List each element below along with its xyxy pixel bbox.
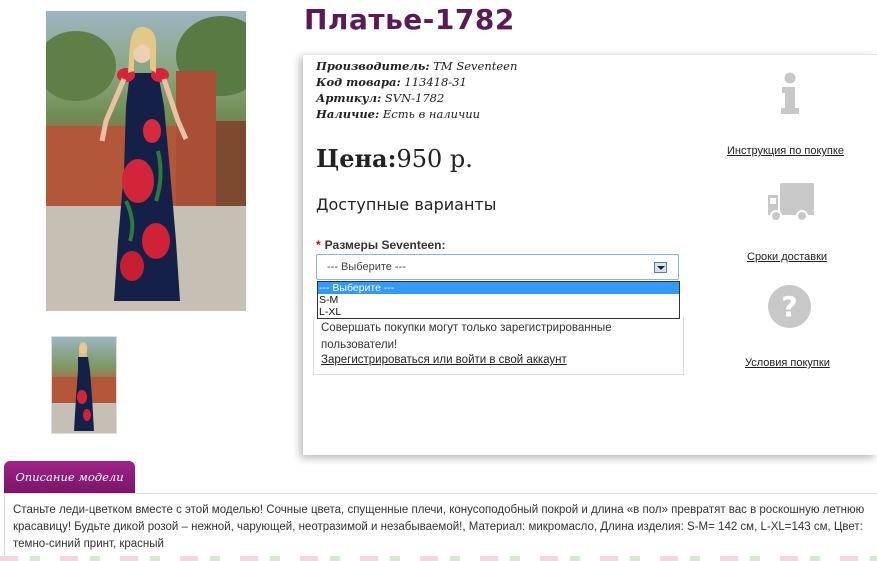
info-icon[interactable]	[778, 72, 802, 116]
spec-article-label: Артикул:	[316, 91, 382, 105]
spec-article: Артикул: SVN-1782	[316, 91, 444, 105]
price-value: 950 р.	[396, 145, 473, 173]
truck-icon[interactable]	[766, 181, 816, 223]
spec-code: Код товара: 113418-31	[316, 75, 467, 89]
spec-availability: Наличие: Есть в наличии	[316, 107, 480, 121]
instructions-link[interactable]: Инструкция по покупке	[727, 145, 844, 157]
delivery-link[interactable]: Сроки доставки	[747, 251, 827, 263]
size-select[interactable]: --- Выберите ---	[316, 254, 679, 280]
size-dropdown-list[interactable]: --- Выберите --- S-M L-XL	[317, 281, 680, 319]
price-label: Цена:	[316, 144, 397, 173]
register-notice: Совершать покупки могут только зарегистр…	[321, 322, 612, 351]
product-title: Платье-1782	[304, 3, 515, 36]
spec-availability-value: Есть в наличии	[382, 107, 481, 121]
spec-manufacturer-value: ТМ Seventeen	[433, 59, 518, 73]
register-login-link[interactable]: Зарегистрироваться или войти в свой акка…	[321, 354, 567, 366]
product-price: Цена:950 р.	[316, 144, 473, 173]
description-text: Станьте леди-цветком вместе с этой модел…	[13, 504, 865, 550]
available-options-heading: Доступные варианты	[316, 195, 497, 214]
decorative-floral-strip	[0, 556, 877, 561]
size-option-placeholder[interactable]: --- Выберите ---	[318, 282, 679, 294]
tab-description[interactable]: Описание модели	[4, 461, 135, 493]
size-select-value: --- Выберите ---	[327, 261, 406, 273]
svg-text:?: ?	[781, 290, 797, 323]
spec-code-label: Код товара:	[316, 75, 401, 89]
product-photo-image	[46, 16, 246, 311]
spec-article-value: SVN-1782	[384, 91, 445, 105]
spec-manufacturer: Производитель: ТМ Seventeen	[316, 59, 517, 73]
chevron-down-icon[interactable]	[654, 262, 667, 273]
product-main-photo[interactable]	[46, 11, 246, 311]
terms-link[interactable]: Условия покупки	[745, 357, 830, 369]
spec-availability-label: Наличие:	[316, 107, 380, 121]
size-option-s-m[interactable]: S-M	[318, 294, 679, 306]
spec-code-value: 113418-31	[404, 75, 467, 89]
size-select-label: * Размеры Seventeen:	[316, 238, 446, 252]
thumbnail-image	[52, 341, 116, 433]
spec-manufacturer-label: Производитель:	[316, 59, 430, 73]
size-label-text: Размеры Seventeen:	[324, 238, 446, 252]
required-mark: *	[316, 238, 321, 252]
question-icon[interactable]: ?	[767, 284, 812, 329]
product-thumbnail[interactable]	[51, 336, 117, 434]
